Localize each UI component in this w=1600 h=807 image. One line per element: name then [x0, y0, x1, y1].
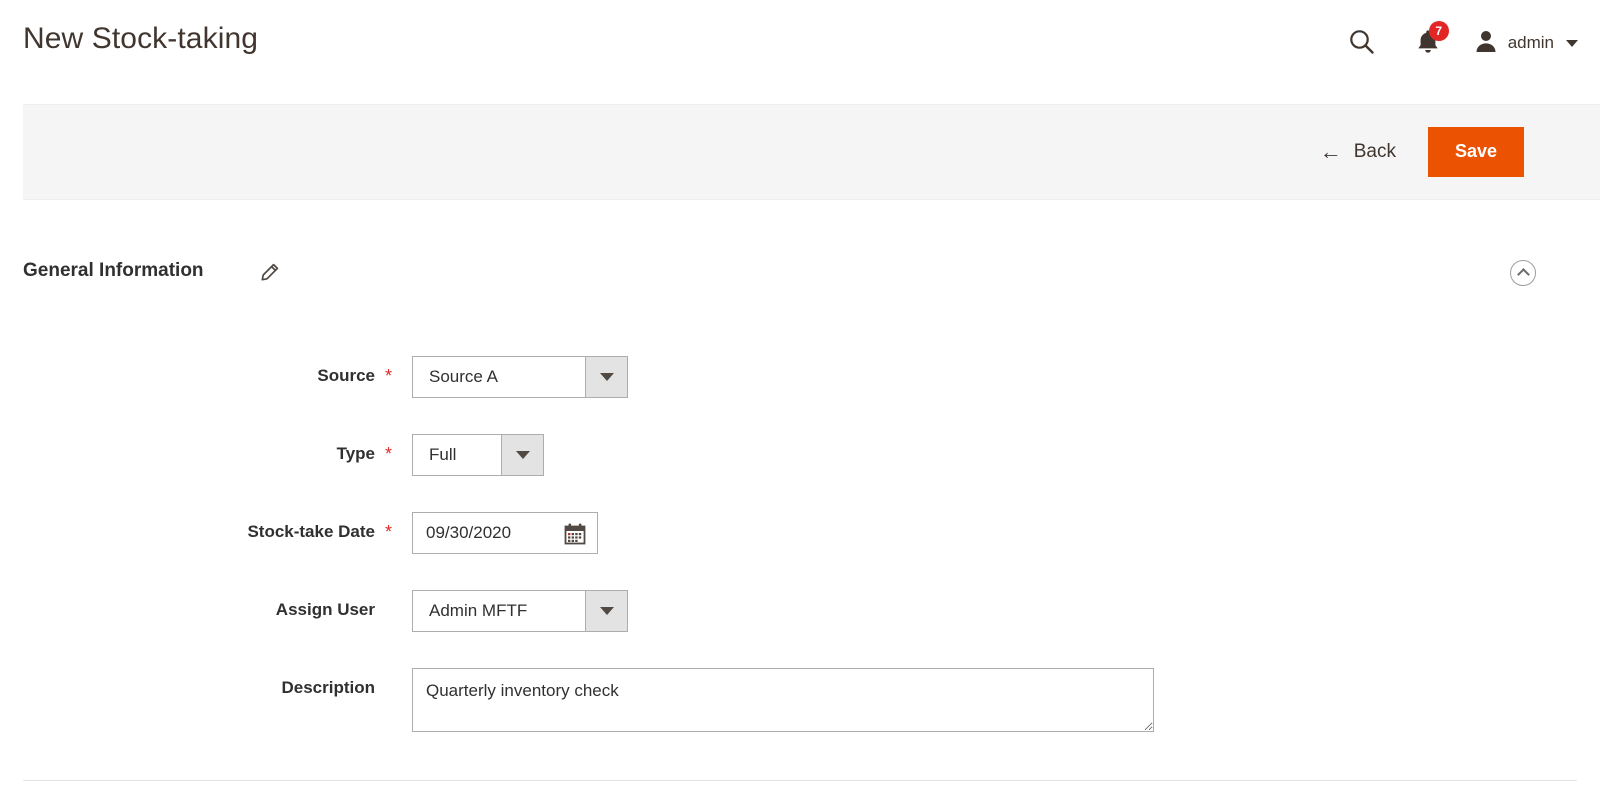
chevron-up-circle-icon	[1516, 268, 1530, 281]
chevron-down-icon	[501, 435, 543, 475]
back-button-label: Back	[1353, 141, 1396, 162]
stock-take-date-input[interactable]	[413, 514, 543, 552]
field-row-stock-take-date: Stock-take Date *	[0, 506, 1600, 584]
general-information-form: Source * Source A Type * Full Stock-take…	[0, 350, 1600, 740]
assign-user-control: Admin MFTF	[412, 590, 628, 632]
search-icon	[1347, 27, 1377, 60]
page-actions-bar: ← Back Save	[23, 104, 1600, 200]
assign-user-select[interactable]: Admin MFTF	[412, 590, 628, 632]
type-control: Full	[412, 434, 544, 476]
type-required-marker: *	[385, 444, 393, 464]
chevron-down-icon	[585, 357, 627, 397]
general-information-section: General Information Source * Source A Ty…	[0, 200, 1600, 732]
source-control: Source A	[412, 356, 628, 398]
source-select-value: Source A	[413, 357, 585, 397]
assign-user-select-value: Admin MFTF	[413, 591, 585, 631]
type-select[interactable]: Full	[412, 434, 544, 476]
description-control: Quarterly inventory check	[412, 668, 1154, 737]
user-menu-label: admin	[1507, 33, 1554, 52]
description-textarea[interactable]: Quarterly inventory check	[412, 668, 1154, 732]
section-bottom-divider	[23, 780, 1577, 781]
source-label: Source	[317, 366, 375, 385]
chevron-down-icon	[1566, 39, 1578, 47]
type-label: Type	[336, 444, 375, 463]
stock-take-date-label: Stock-take Date	[247, 522, 375, 541]
back-button[interactable]: ← Back	[1320, 141, 1396, 163]
source-required-marker: *	[385, 366, 393, 386]
date-input-wrapper	[412, 512, 598, 554]
page-title: New Stock-taking	[23, 22, 259, 55]
page-header: New Stock-taking 7 admin	[0, 0, 1600, 104]
description-label: Description	[281, 678, 375, 697]
section-collapse-toggle[interactable]	[1510, 260, 1536, 286]
notifications-button[interactable]: 7	[1405, 21, 1451, 62]
search-button[interactable]	[1341, 24, 1383, 62]
pencil-icon[interactable]	[258, 262, 280, 284]
source-select[interactable]: Source A	[412, 356, 628, 398]
arrow-left-icon: ←	[1319, 139, 1342, 164]
field-row-assign-user: Assign User Admin MFTF	[0, 584, 1600, 662]
type-select-value: Full	[413, 435, 501, 475]
user-avatar-icon	[1473, 28, 1499, 59]
section-title: General Information	[23, 260, 204, 281]
section-header: General Information	[0, 200, 1600, 300]
field-row-description: Description Quarterly inventory check	[0, 662, 1600, 740]
calendar-icon[interactable]	[563, 522, 587, 546]
field-row-type: Type * Full	[0, 428, 1600, 506]
field-row-source: Source * Source A	[0, 350, 1600, 428]
save-button[interactable]: Save	[1427, 127, 1524, 177]
chevron-down-icon	[585, 591, 627, 631]
assign-user-label: Assign User	[275, 600, 375, 619]
user-menu[interactable]: admin	[1473, 28, 1578, 59]
header-toolbar: 7 admin	[1341, 21, 1578, 62]
stock-take-date-required-marker: *	[385, 522, 393, 542]
notification-count-badge: 7	[1428, 21, 1449, 41]
stock-take-date-control	[412, 512, 598, 554]
